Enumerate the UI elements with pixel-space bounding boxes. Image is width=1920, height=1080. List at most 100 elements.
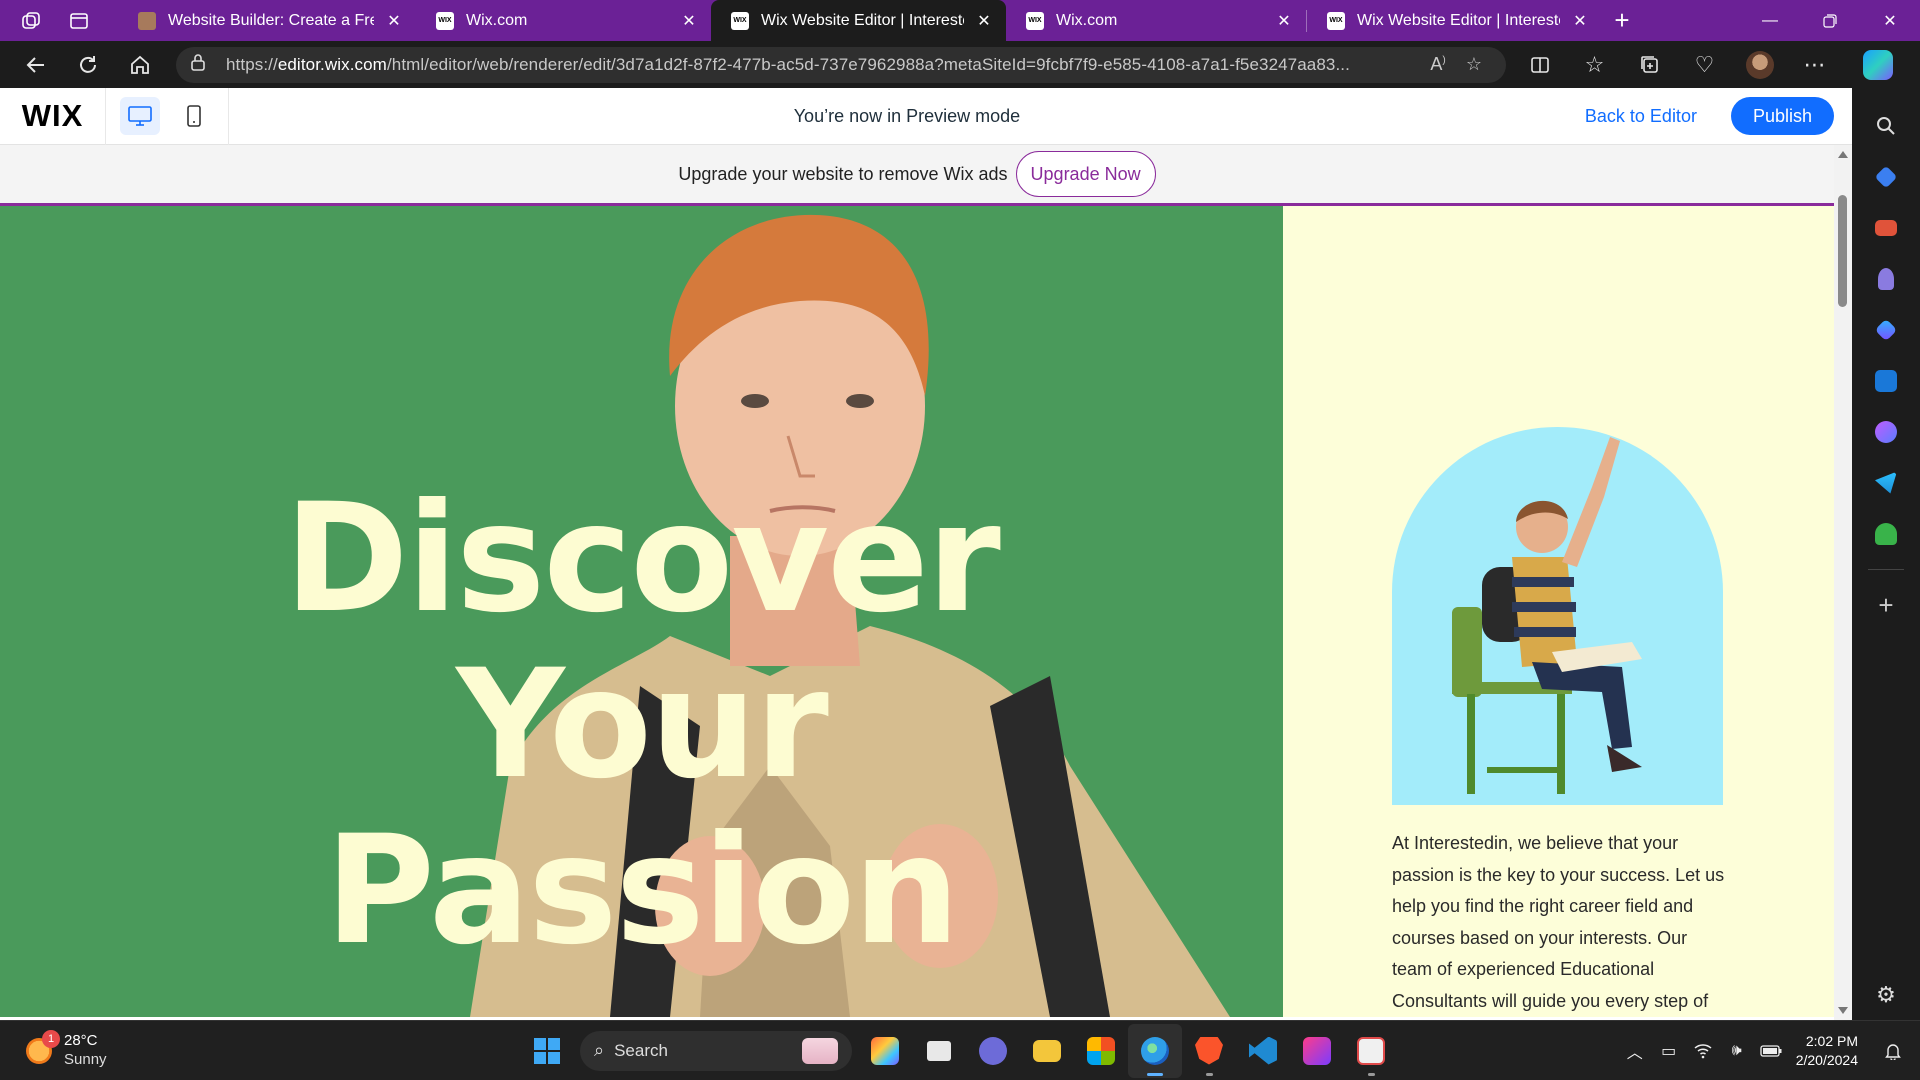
mobile-icon — [187, 105, 201, 127]
lock-icon[interactable] — [190, 53, 212, 76]
new-tab-button[interactable]: + — [1602, 0, 1642, 41]
close-tab-icon[interactable]: ✕ — [974, 11, 994, 31]
browser-essentials-icon[interactable]: ♡ — [1677, 41, 1732, 88]
browser-tab[interactable]: WIX Wix Website Editor | Interestedin ✕ — [1307, 0, 1602, 41]
hero-title-line: Discover — [284, 472, 1001, 646]
wix-logo[interactable]: WIX — [0, 87, 106, 145]
ad-text: Upgrade your website to remove Wix ads — [678, 163, 1008, 184]
games-icon[interactable] — [1852, 253, 1920, 304]
home-button[interactable] — [114, 41, 166, 88]
wix-favicon-icon: WIX — [1026, 11, 1044, 30]
close-tab-icon[interactable]: ✕ — [384, 11, 404, 31]
scroll-up-arrow-icon[interactable] — [1838, 151, 1848, 158]
battery-icon[interactable] — [1754, 1044, 1788, 1057]
intellij-app[interactable] — [1290, 1024, 1344, 1078]
page-scrollbar[interactable] — [1834, 145, 1852, 1020]
favorite-star-icon[interactable]: ☆ — [1456, 54, 1492, 75]
hero-section: Discover Your Passion At Interestedin, w… — [0, 206, 1834, 1017]
teams-chat-app[interactable] — [966, 1024, 1020, 1078]
microsoft-365-icon[interactable] — [1852, 304, 1920, 355]
edge-sidebar: + ⚙ — [1852, 88, 1920, 1020]
profile-avatar[interactable] — [1732, 41, 1787, 88]
scroll-down-arrow-icon[interactable] — [1838, 1007, 1848, 1014]
split-screen-icon[interactable] — [1512, 41, 1567, 88]
student-arch-image — [1392, 427, 1723, 805]
browser-tab-strip: Website Builder: Create a Free W ✕ WIX W… — [0, 0, 1920, 41]
browser-tab[interactable]: Website Builder: Create a Free W ✕ — [118, 0, 416, 41]
back-to-editor-link[interactable]: Back to Editor — [1585, 106, 1697, 127]
close-window-button[interactable]: ✕ — [1860, 0, 1920, 41]
browser-tab[interactable]: WIX Wix.com ✕ — [416, 0, 711, 41]
tools-briefcase-icon[interactable] — [1852, 202, 1920, 253]
edge-browser-app[interactable] — [1128, 1023, 1182, 1078]
browser-tab[interactable]: WIX Wix.com ✕ — [1006, 0, 1306, 41]
back-button[interactable] — [10, 41, 62, 88]
sidebar-settings-gear-icon[interactable]: ⚙ — [1876, 982, 1896, 1008]
toolbar-actions: ☆ ♡ ⋯ — [1512, 41, 1905, 88]
telegram-icon[interactable] — [1852, 457, 1920, 508]
website-preview: Upgrade your website to remove Wix ads U… — [0, 145, 1834, 1020]
desktop-view-button[interactable] — [120, 97, 160, 135]
hero-title: Discover Your Passion — [0, 476, 1283, 974]
close-tab-icon[interactable]: ✕ — [679, 11, 699, 31]
refresh-button[interactable] — [62, 41, 114, 88]
notifications-bell-icon[interactable] — [1876, 1042, 1910, 1060]
wifi-icon[interactable] — [1686, 1043, 1720, 1059]
address-bar[interactable]: https://editor.wix.com/html/editor/web/r… — [176, 46, 1506, 83]
restore-button[interactable] — [1800, 0, 1860, 41]
hero-text-panel: At Interestedin, we believe that your pa… — [1283, 206, 1834, 1017]
browser-toolbar: https://editor.wix.com/html/editor/web/r… — [0, 41, 1920, 88]
hero-title-line: Your — [456, 638, 829, 812]
browser-tab-active[interactable]: WIX Wix Website Editor | Interestedin ✕ — [711, 0, 1006, 41]
wix-favicon-icon: WIX — [731, 11, 749, 30]
file-explorer-app[interactable] — [1020, 1024, 1074, 1078]
tab-title: Wix.com — [1056, 11, 1118, 29]
taskbar-apps: ⌕ Search — [520, 1021, 1398, 1080]
weather-widget[interactable]: 1 28°C Sunny — [0, 1029, 260, 1070]
taskbar-search[interactable]: ⌕ Search — [580, 1030, 852, 1071]
start-button[interactable] — [520, 1024, 574, 1078]
snipping-tool-app[interactable] — [1344, 1024, 1398, 1078]
volume-icon[interactable]: 🕪 — [1720, 1042, 1754, 1060]
collections-icon[interactable] — [1622, 41, 1677, 88]
show-hidden-icons-chevron-icon[interactable]: ︿ — [1618, 1039, 1652, 1063]
more-options-icon[interactable]: ⋯ — [1787, 41, 1842, 88]
windows-logo-icon — [534, 1037, 560, 1064]
clock-date: 2/20/2024 — [1795, 1051, 1858, 1068]
display-icon[interactable]: ▭ — [1652, 1041, 1686, 1061]
publish-button[interactable]: Publish — [1730, 97, 1834, 135]
vscode-app[interactable] — [1236, 1024, 1290, 1078]
tree-icon[interactable] — [1852, 508, 1920, 559]
tab-title: Wix Website Editor | Interestedin — [761, 11, 964, 29]
copilot-icon[interactable] — [1850, 41, 1905, 88]
task-view-app[interactable] — [912, 1024, 966, 1078]
mobile-view-button[interactable] — [174, 97, 214, 135]
wix-ad-banner: Upgrade your website to remove Wix ads U… — [0, 145, 1834, 206]
temperature: 28°C — [64, 1031, 98, 1049]
hero-image-panel: Discover Your Passion — [0, 206, 1283, 1017]
designer-icon[interactable] — [1852, 406, 1920, 457]
copilot-pre-app[interactable] — [858, 1024, 912, 1078]
close-tab-icon[interactable]: ✕ — [1570, 11, 1590, 31]
clock-time: 2:02 PM — [1805, 1032, 1858, 1049]
add-sidebar-app-icon[interactable]: + — [1852, 580, 1920, 631]
search-icon: ⌕ — [594, 1040, 605, 1060]
close-tab-icon[interactable]: ✕ — [1274, 11, 1294, 31]
shopping-tag-icon[interactable] — [1852, 151, 1920, 202]
vertical-tabs-icon[interactable] — [68, 10, 90, 32]
upgrade-now-button[interactable]: Upgrade Now — [1015, 151, 1156, 197]
favorites-icon[interactable]: ☆ — [1567, 41, 1622, 88]
read-aloud-icon[interactable]: A) — [1420, 54, 1456, 75]
clock[interactable]: 2:02 PM 2/20/2024 — [1788, 1032, 1876, 1070]
wix-favicon-icon: WIX — [436, 11, 454, 30]
sidebar-search-icon[interactable] — [1852, 100, 1920, 151]
url-text: https://editor.wix.com/html/editor/web/r… — [226, 54, 1350, 74]
minimize-button[interactable]: — — [1740, 0, 1800, 41]
workspaces-icon[interactable] — [20, 10, 42, 32]
brave-browser-app[interactable] — [1182, 1024, 1236, 1078]
outlook-icon[interactable] — [1852, 355, 1920, 406]
wix-preview-bar: WIX You’re now in Preview mode Back to E… — [0, 87, 1852, 145]
microsoft-store-app[interactable] — [1074, 1024, 1128, 1078]
scroll-thumb[interactable] — [1838, 195, 1847, 307]
hero-title-line: Passion — [325, 804, 960, 978]
